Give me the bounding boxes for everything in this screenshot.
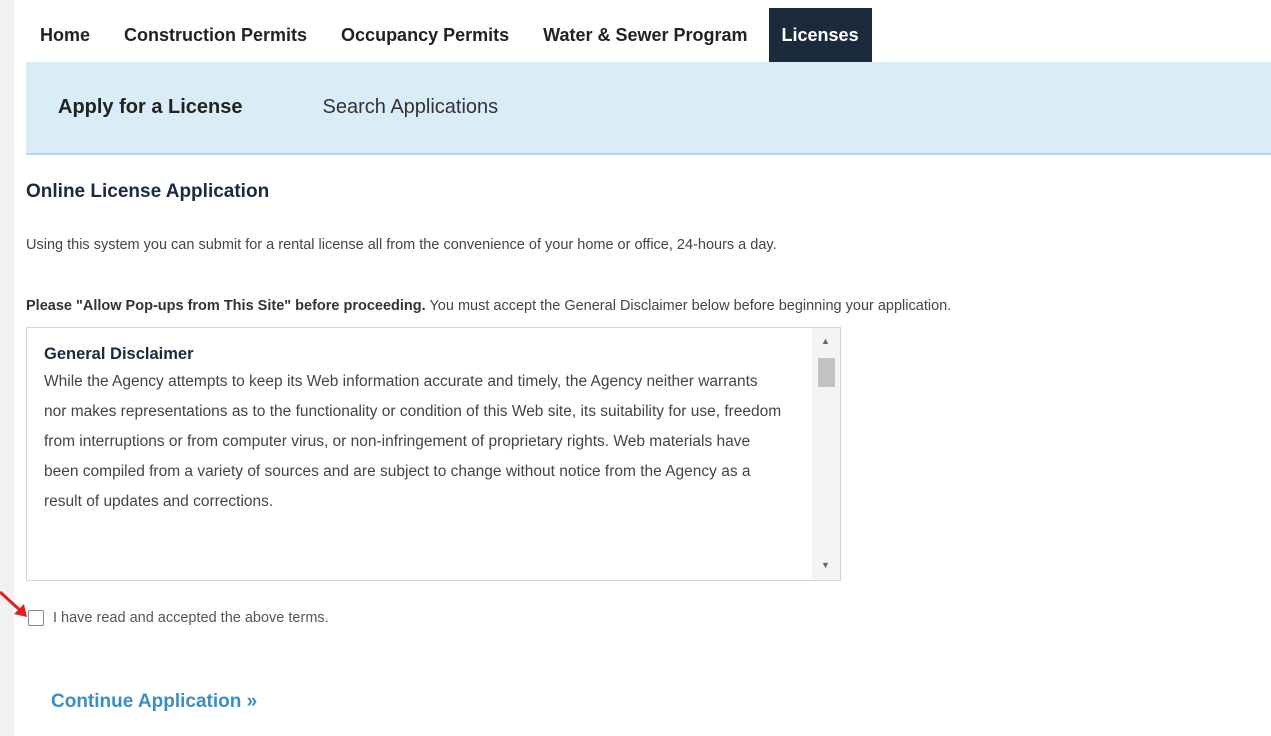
triangle-down-icon[interactable]: ▼ [821, 560, 830, 570]
intro-text: Using this system you can submit for a r… [26, 237, 777, 253]
terms-row: I have read and accepted the above terms… [28, 610, 329, 626]
disclaimer-text: While the Agency attempts to keep its We… [44, 373, 782, 510]
nav-tab-occupancy-permits[interactable]: Occupancy Permits [324, 8, 526, 62]
nav-tab-construction-permits[interactable]: Construction Permits [107, 8, 324, 62]
subnav-search-applications[interactable]: Search Applications [323, 96, 499, 119]
continue-application-link[interactable]: Continue Application » [51, 691, 257, 713]
top-nav: Home Construction Permits Occupancy Perm… [14, 8, 1271, 70]
disclaimer-box: General Disclaimer While the Agency atte… [26, 327, 841, 581]
page-title: Online License Application [26, 181, 270, 202]
triangle-up-icon[interactable]: ▲ [821, 336, 830, 346]
page: Home Construction Permits Occupancy Perm… [0, 0, 1271, 736]
terms-label[interactable]: I have read and accepted the above terms… [53, 610, 329, 626]
nav-tab-licenses[interactable]: Licenses [768, 8, 872, 70]
popup-note: Please "Allow Pop-ups from This Site" be… [26, 298, 951, 314]
disclaimer-scrollbar[interactable]: ▲ ▼ [812, 328, 840, 580]
subnav-apply-for-license[interactable]: Apply for a License [58, 96, 243, 119]
terms-checkbox[interactable] [28, 610, 44, 626]
sub-nav: Apply for a License Search Applications [26, 62, 1271, 155]
popup-note-bold: Please "Allow Pop-ups from This Site" be… [26, 298, 426, 314]
nav-tab-water-sewer-program[interactable]: Water & Sewer Program [526, 8, 764, 62]
disclaimer-title: General Disclaimer [44, 345, 194, 363]
disclaimer-content: General Disclaimer While the Agency atte… [44, 342, 784, 517]
popup-note-rest: You must accept the General Disclaimer b… [425, 298, 952, 314]
nav-tab-home[interactable]: Home [14, 8, 107, 62]
scrollbar-thumb[interactable] [818, 358, 835, 387]
